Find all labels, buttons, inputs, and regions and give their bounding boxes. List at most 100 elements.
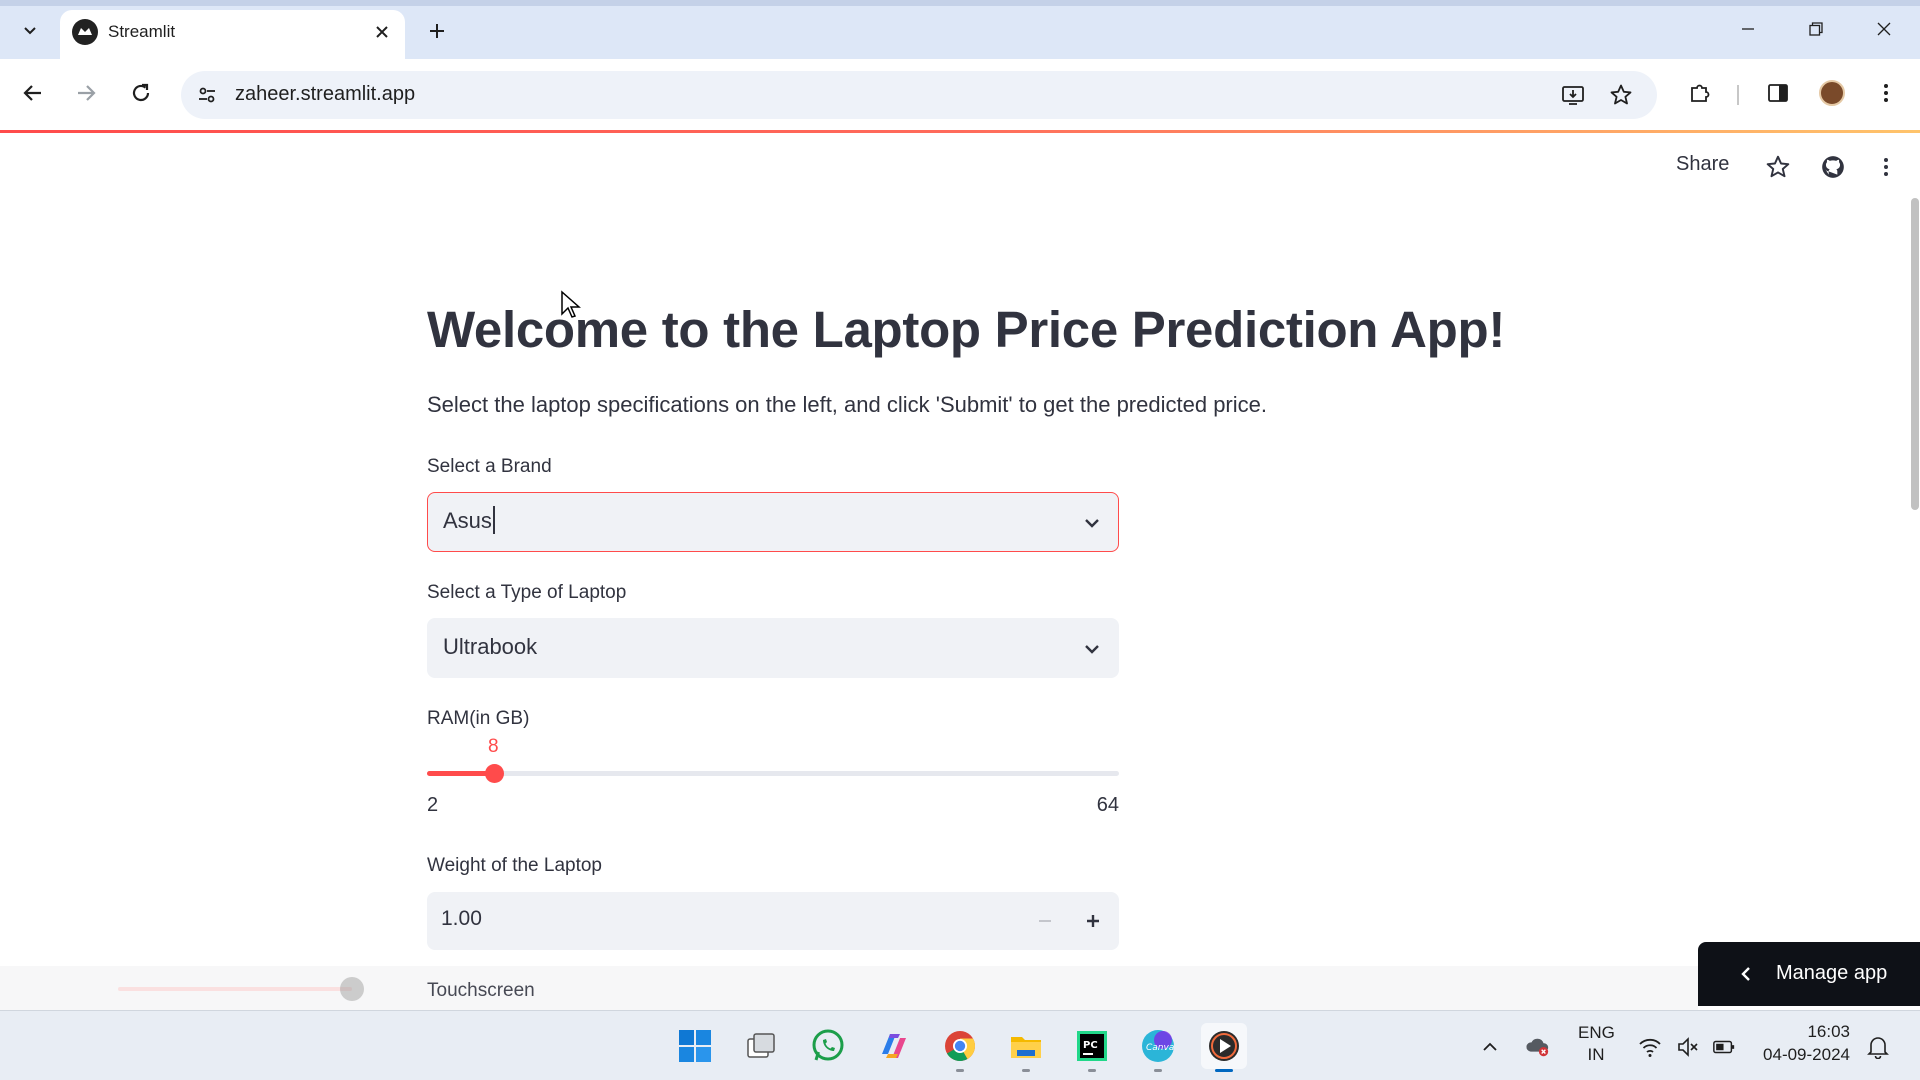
side-panel-button[interactable] <box>1758 73 1798 113</box>
chevron-down-icon <box>1085 645 1099 654</box>
ram-slider-label: RAM(in GB) <box>427 708 530 729</box>
task-view-button[interactable] <box>738 1023 784 1069</box>
recording-progress-track <box>118 987 352 991</box>
url-text: zaheer.streamlit.app <box>235 83 416 105</box>
tab-title: Streamlit <box>108 22 176 41</box>
ram-slider-track[interactable] <box>427 764 1119 783</box>
file-explorer-taskbar-button[interactable] <box>1003 1023 1049 1072</box>
tune-icon <box>199 87 215 103</box>
tab-search-button[interactable] <box>12 12 48 48</box>
profile-button[interactable] <box>1812 73 1852 113</box>
minimize-window-button[interactable] <box>1718 6 1778 52</box>
type-dropdown-toggle[interactable] <box>1078 635 1106 663</box>
weight-input-value[interactable]: 1.00 <box>441 907 482 931</box>
chevron-up-icon <box>1483 1042 1497 1051</box>
chrome-icon <box>945 1031 975 1062</box>
extensions-button[interactable] <box>1680 73 1720 113</box>
show-hidden-icons-button[interactable] <box>1478 1035 1502 1059</box>
ram-slider-max: 64 <box>1096 794 1119 816</box>
task-view-icon <box>747 1033 775 1058</box>
weight-number-input[interactable]: 1.00 <box>427 892 1119 950</box>
language-indicator-line1[interactable]: ENG <box>1578 1023 1615 1043</box>
browser-tab-strip: Streamlit <box>0 0 1920 60</box>
address-bar[interactable]: zaheer.streamlit.app <box>181 71 1657 119</box>
recording-progress-thumb <box>340 977 364 1001</box>
restore-window-button[interactable] <box>1786 6 1846 52</box>
svg-text:PC: PC <box>1083 1040 1098 1051</box>
tab-strip-top-border <box>0 0 1920 6</box>
battery-button[interactable] <box>1712 1035 1736 1059</box>
pycharm-icon: PC <box>1077 1031 1107 1061</box>
close-icon <box>376 26 388 38</box>
brand-select-label: Select a Brand <box>427 456 552 477</box>
page-scrollbar[interactable] <box>1911 198 1919 510</box>
brand-dropdown-toggle[interactable] <box>1078 509 1106 537</box>
weight-decrement-button[interactable] <box>1025 902 1065 940</box>
text-caret <box>492 506 495 535</box>
browser-tab[interactable]: Streamlit <box>60 10 405 60</box>
media-player-taskbar-button[interactable] <box>1201 1023 1247 1072</box>
manage-app-button[interactable]: Manage app <box>1698 942 1920 1006</box>
star-icon <box>1766 155 1790 178</box>
weight-increment-button[interactable] <box>1073 902 1113 940</box>
copilot-taskbar-button[interactable] <box>871 1023 917 1069</box>
streamlit-favicon-icon <box>72 19 98 45</box>
start-button[interactable] <box>672 1023 718 1069</box>
side-panel-icon <box>1768 84 1788 102</box>
media-player-icon <box>1209 1031 1239 1061</box>
type-select-value: Ultrabook <box>443 634 538 659</box>
type-select[interactable]: Ultrabook <box>427 618 1119 678</box>
language-indicator-line2[interactable]: IN <box>1578 1045 1614 1065</box>
favorite-button[interactable] <box>1760 149 1796 185</box>
ram-slider-min: 2 <box>427 794 439 816</box>
streamlit-main-menu-button[interactable] <box>1868 149 1904 185</box>
running-indicator <box>1022 1069 1030 1072</box>
forward-button[interactable] <box>66 73 106 113</box>
volume-button[interactable] <box>1676 1035 1700 1059</box>
ram-slider-value: 8 <box>487 736 499 757</box>
clock-date[interactable]: 04-09-2024 <box>1756 1045 1850 1065</box>
close-tab-button[interactable] <box>368 18 396 46</box>
clock-time[interactable]: 16:03 <box>1756 1022 1850 1042</box>
pycharm-taskbar-button[interactable]: PC <box>1069 1023 1115 1072</box>
wifi-button[interactable] <box>1638 1035 1662 1059</box>
ram-slider-fill <box>427 771 494 776</box>
back-button[interactable] <box>13 73 53 113</box>
browser-menu-button[interactable] <box>1866 73 1906 113</box>
github-button[interactable] <box>1815 149 1851 185</box>
plus-icon <box>1087 915 1099 927</box>
ram-slider-thumb[interactable] <box>484 764 504 783</box>
active-indicator <box>1215 1069 1233 1072</box>
arrow-right-icon <box>78 85 96 101</box>
notifications-button[interactable] <box>1866 1035 1890 1059</box>
brand-select-value[interactable]: Asus <box>443 506 495 536</box>
folder-icon <box>1011 1037 1041 1058</box>
close-icon <box>1877 22 1891 36</box>
wifi-icon <box>1639 1038 1661 1057</box>
site-info-button[interactable] <box>191 79 223 111</box>
chrome-taskbar-button[interactable] <box>937 1023 983 1072</box>
bookmark-star-button[interactable] <box>1605 79 1637 111</box>
reload-button[interactable] <box>121 73 161 113</box>
canva-taskbar-button[interactable]: Canva <box>1135 1023 1181 1072</box>
cloud-error-icon <box>1526 1038 1549 1057</box>
page-intro: Select the laptop specifications on the … <box>427 392 1267 417</box>
minus-icon <box>1039 920 1051 922</box>
onedrive-status-button[interactable] <box>1526 1035 1550 1059</box>
github-icon <box>1822 156 1844 178</box>
more-vert-icon <box>1884 84 1888 102</box>
close-window-button[interactable] <box>1854 6 1914 52</box>
install-app-button[interactable] <box>1557 79 1589 111</box>
running-indicator <box>956 1069 964 1072</box>
puzzle-icon <box>1691 84 1710 102</box>
share-button[interactable]: Share <box>1676 153 1729 176</box>
star-icon <box>1610 84 1632 105</box>
running-indicator <box>1088 1069 1096 1072</box>
whatsapp-taskbar-button[interactable] <box>805 1023 851 1069</box>
minimize-icon <box>1742 28 1754 30</box>
running-indicator <box>1154 1069 1162 1072</box>
brand-select[interactable]: Asus <box>427 492 1119 552</box>
arrow-left-icon <box>23 85 41 101</box>
restore-icon <box>1809 22 1823 36</box>
new-tab-button[interactable] <box>420 14 454 48</box>
